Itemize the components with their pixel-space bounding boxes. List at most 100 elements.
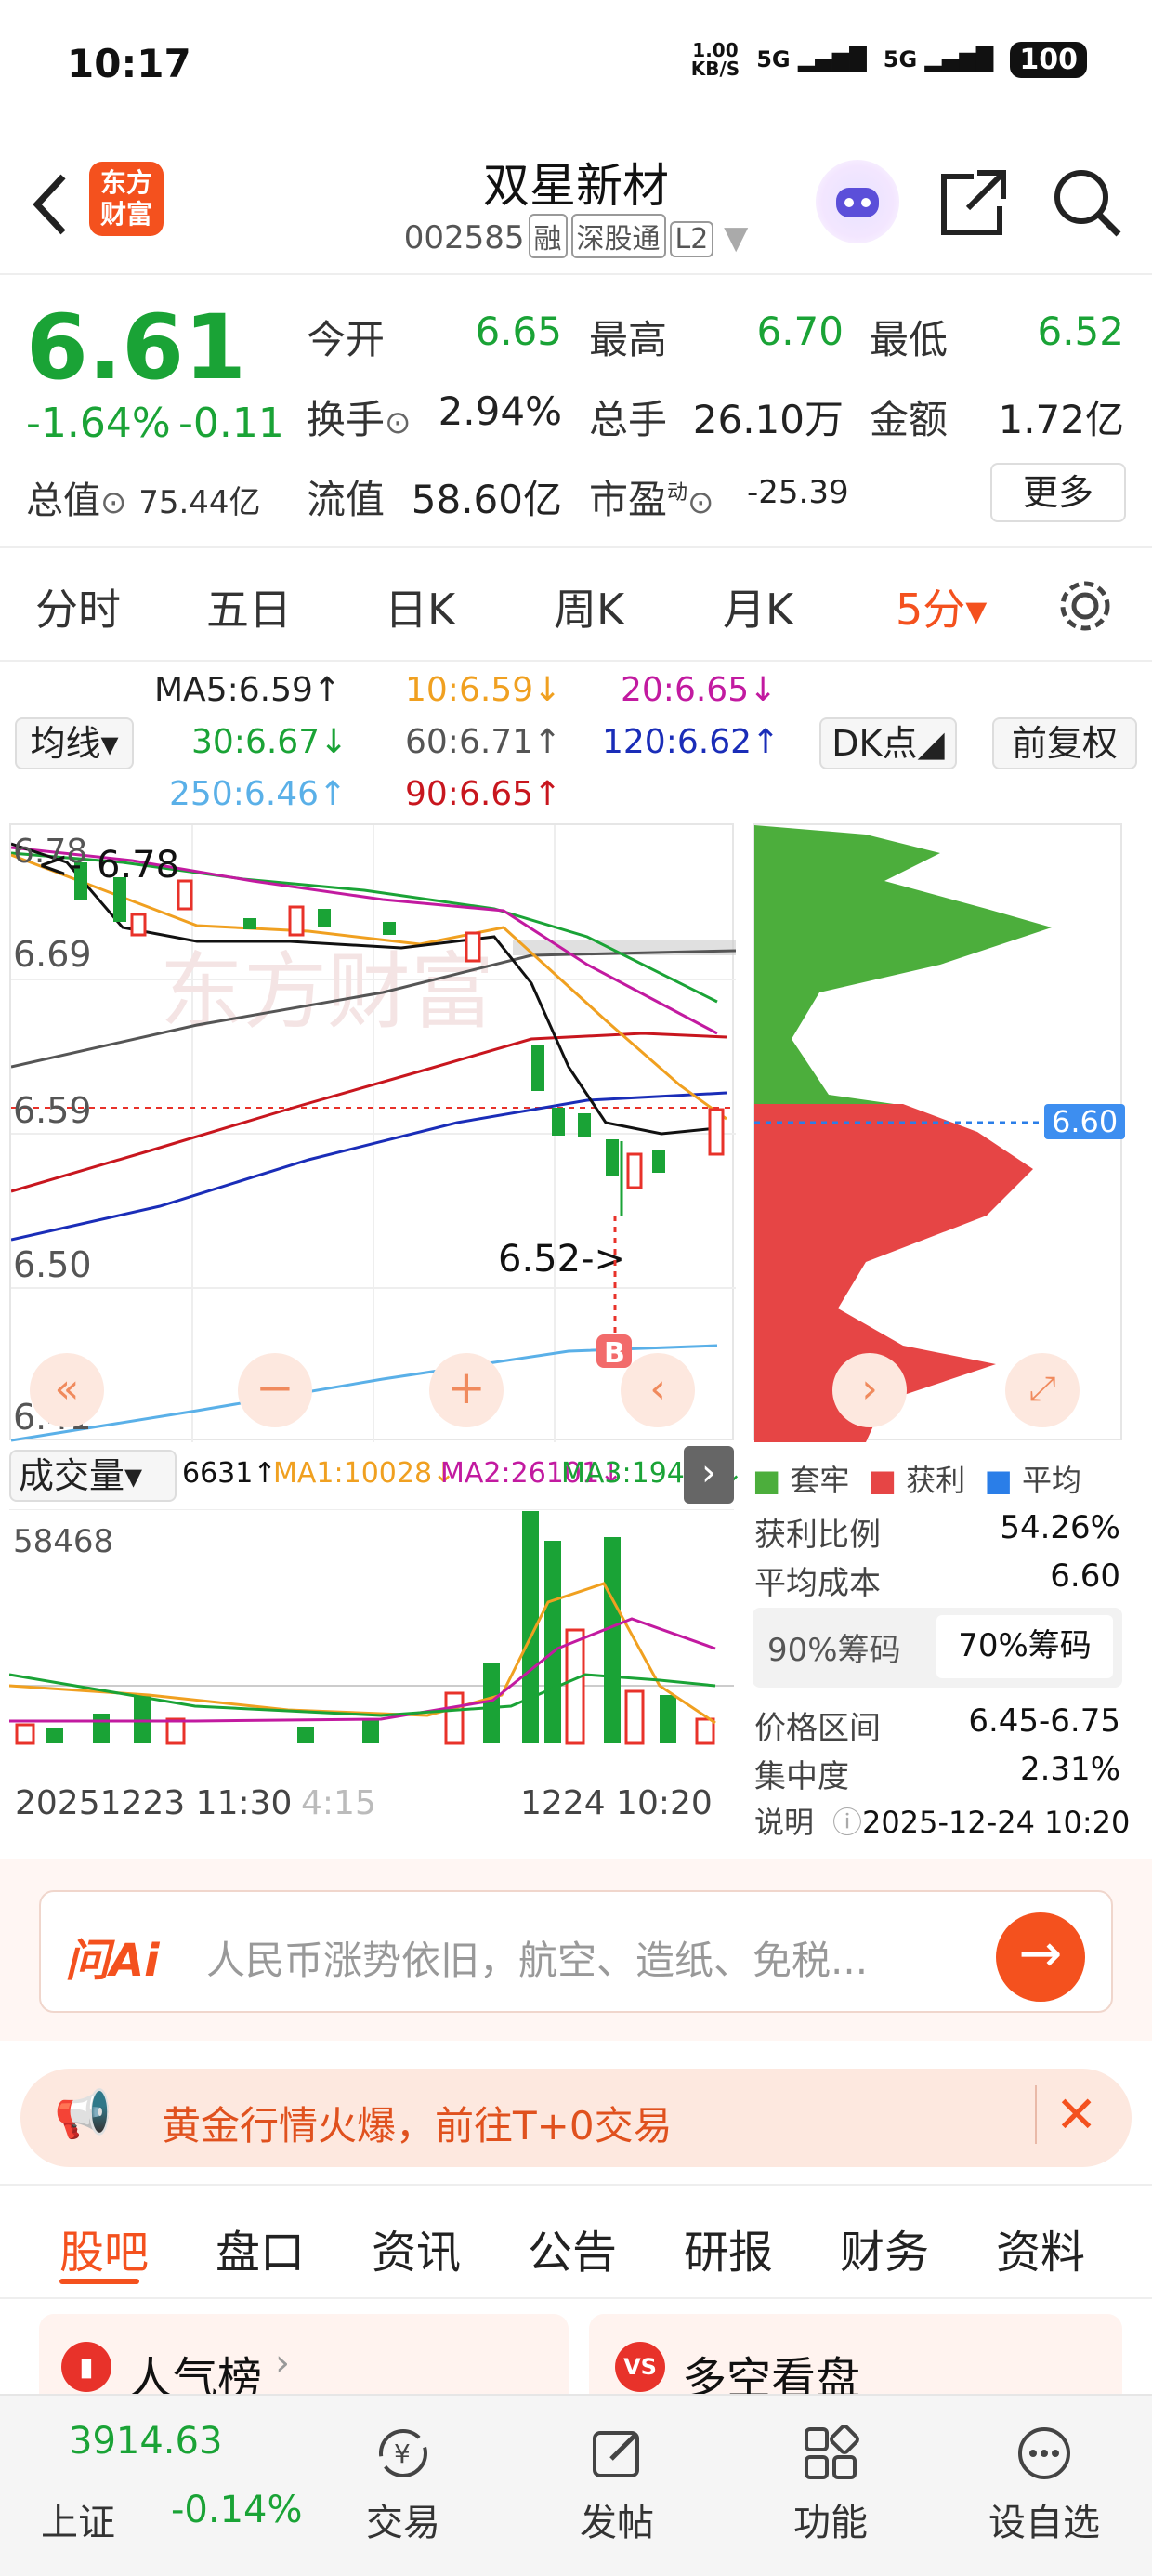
- tab-orderbook[interactable]: 盘口: [216, 2215, 305, 2280]
- vol-value: 6631↑: [182, 1457, 277, 1490]
- buy-mark: B: [604, 1337, 625, 1370]
- chip-tabs: 90%筹码 70%筹码: [753, 1608, 1122, 1688]
- card-longshort[interactable]: VS 多空看盘: [589, 2314, 1122, 2405]
- nav-watchlist-label: 设自选: [988, 2502, 1100, 2544]
- active-tab-indicator: [59, 2279, 139, 2284]
- last-price: 6.61: [26, 296, 246, 400]
- card-popularity[interactable]: ▮ 人气榜 ›: [39, 2314, 569, 2405]
- legend-profit: 获利: [906, 1463, 966, 1498]
- note-label: 说明: [754, 1805, 815, 1840]
- search-icon[interactable]: [1050, 165, 1124, 240]
- k-chart[interactable]: 东方财富 6.78 6.69 6.59 6.50 <- 6.78 6.52-> …: [9, 823, 737, 1442]
- prev-icon[interactable]: ‹: [621, 1353, 695, 1427]
- tab-announcements[interactable]: 公告: [528, 2215, 617, 2280]
- tag-level2: L2: [669, 221, 714, 257]
- float-value: 58.60亿: [411, 477, 562, 522]
- nav-trade-label: 交易: [366, 2502, 440, 2544]
- range-value: 6.45-6.75: [968, 1702, 1120, 1740]
- ma5-label: MA5:6.59↑: [154, 671, 342, 709]
- vol-max: 58468: [13, 1523, 113, 1560]
- promo-banner[interactable]: 📢 黄金行情火爆，前往T+0交易 ✕: [20, 2069, 1132, 2167]
- tab-research[interactable]: 研报: [684, 2215, 773, 2280]
- vol-ma1: MA1:10028↓: [273, 1457, 456, 1490]
- chip-arrow-icon[interactable]: ›: [832, 1353, 907, 1427]
- zoom-in-icon[interactable]: +: [429, 1353, 504, 1427]
- tab-daily-k[interactable]: 日K: [385, 576, 455, 637]
- share-icon[interactable]: [936, 165, 1011, 240]
- tab-monthly-k[interactable]: 月K: [723, 576, 793, 637]
- ytick-3: 6.50: [13, 1244, 92, 1285]
- edit-icon: [593, 2431, 639, 2477]
- ma250-label: 250:6.46↑: [169, 775, 347, 813]
- stock-code: 002585: [403, 219, 525, 256]
- bottom-nav: 3914.63 上证 -0.14% ¥ 交易 发帖 功能 设自选: [0, 2394, 1152, 2576]
- tab-chip-70[interactable]: 70%筹码: [936, 1615, 1113, 1678]
- mktcap-label: 总值⊙ 75.44亿: [26, 480, 261, 522]
- note-value: 2025-12-24 10:20: [862, 1805, 1131, 1840]
- index-name: 上证: [41, 2502, 115, 2544]
- tab-guba[interactable]: 股吧: [59, 2215, 149, 2280]
- low-note: 6.52->: [498, 1238, 625, 1281]
- tab-intraday[interactable]: 分时: [35, 576, 121, 637]
- tab-5day[interactable]: 五日: [206, 576, 292, 637]
- open-value: 6.65: [475, 309, 562, 354]
- tab-chip-90[interactable]: 90%筹码: [767, 1624, 901, 1670]
- tab-profile[interactable]: 资料: [996, 2215, 1085, 2280]
- grid-icon: [805, 2425, 859, 2479]
- adjust-button[interactable]: 前复权: [992, 717, 1137, 769]
- banner-text: 黄金行情火爆，前往T+0交易: [162, 2103, 673, 2149]
- close-icon[interactable]: ✕: [1035, 2085, 1097, 2144]
- tab-news[interactable]: 资讯: [372, 2215, 461, 2280]
- chip-distribution[interactable]: 6.60 › ⤢: [753, 823, 1126, 1442]
- signal-icon: 5G ▂▄▆█: [756, 46, 867, 72]
- more-button[interactable]: 更多: [990, 463, 1126, 522]
- amount-label: 金额: [870, 397, 949, 442]
- ma10-label: 10:6.59↓: [405, 671, 562, 709]
- dk-point-button[interactable]: DK点◢: [819, 717, 957, 769]
- turnover-value: 2.94%: [438, 388, 562, 434]
- arrow-right-icon[interactable]: →: [996, 1912, 1085, 2002]
- high-note-arrow: <-: [37, 844, 82, 887]
- more-dots-icon: [1018, 2427, 1070, 2479]
- volume-label: 总手: [589, 397, 668, 442]
- battery-icon: 100: [1010, 41, 1087, 78]
- ai-logo: 问Ai: [65, 1935, 160, 1987]
- ai-search-box[interactable]: 问Ai 人民币涨势依旧，航空、造纸、免税... →: [39, 1890, 1113, 2013]
- zoom-out-icon[interactable]: −: [238, 1353, 312, 1427]
- vs-icon: VS: [615, 2342, 665, 2392]
- scroll-left-icon[interactable]: «: [30, 1353, 104, 1427]
- pct-change: -1.64%: [26, 400, 171, 447]
- chevron-down-icon: ▼: [724, 219, 749, 256]
- index-value[interactable]: 3914.63: [69, 2420, 222, 2463]
- ma-select-button[interactable]: 均线▾: [15, 717, 134, 769]
- pe-value: -25.39: [747, 474, 849, 511]
- x-date-right: 1224 10:20: [520, 1784, 713, 1822]
- float-label: 流值: [307, 477, 386, 522]
- tab-5min[interactable]: 5分▾: [896, 576, 987, 637]
- nav-functions[interactable]: 功能: [747, 2424, 914, 2546]
- nav-watchlist[interactable]: 设自选: [961, 2424, 1128, 2546]
- pe-label: 市盈动⊙: [589, 477, 714, 522]
- tab-weekly-k[interactable]: 周K: [554, 576, 624, 637]
- volume-indicator-select[interactable]: 成交量▾: [9, 1450, 177, 1502]
- ma20-label: 20:6.65↓: [621, 671, 778, 709]
- robot-avatar-icon[interactable]: [816, 160, 899, 243]
- tab-financials[interactable]: 财务: [840, 2215, 929, 2280]
- clock: 10:17: [67, 41, 191, 86]
- chevron-right-icon[interactable]: ›: [684, 1446, 734, 1504]
- gear-icon[interactable]: [1055, 576, 1115, 636]
- volume-value: 26.10万: [692, 397, 844, 442]
- ai-placeholder: 人民币涨势依旧，航空、造纸、免税...: [206, 1938, 869, 1983]
- chip-legend: ■ 套牢 ■ 获利 ■ 平均: [753, 1463, 1081, 1498]
- high-label: 最高: [589, 317, 668, 362]
- note-row[interactable]: ⓘ2025-12-24 10:20: [832, 1799, 1130, 1842]
- ma120-label: 120:6.62↑: [602, 723, 780, 761]
- turnover-label: 换手⊙: [307, 397, 412, 442]
- nav-trade[interactable]: ¥ 交易: [320, 2424, 487, 2546]
- expand-icon[interactable]: ⤢: [1005, 1353, 1080, 1427]
- avg-cost-value: 6.60: [1050, 1557, 1120, 1595]
- high-note: 6.78: [97, 844, 179, 887]
- nav-post-label: 发帖: [580, 2502, 654, 2544]
- nav-post[interactable]: 发帖: [533, 2424, 700, 2546]
- nav-functions-label: 功能: [793, 2502, 868, 2544]
